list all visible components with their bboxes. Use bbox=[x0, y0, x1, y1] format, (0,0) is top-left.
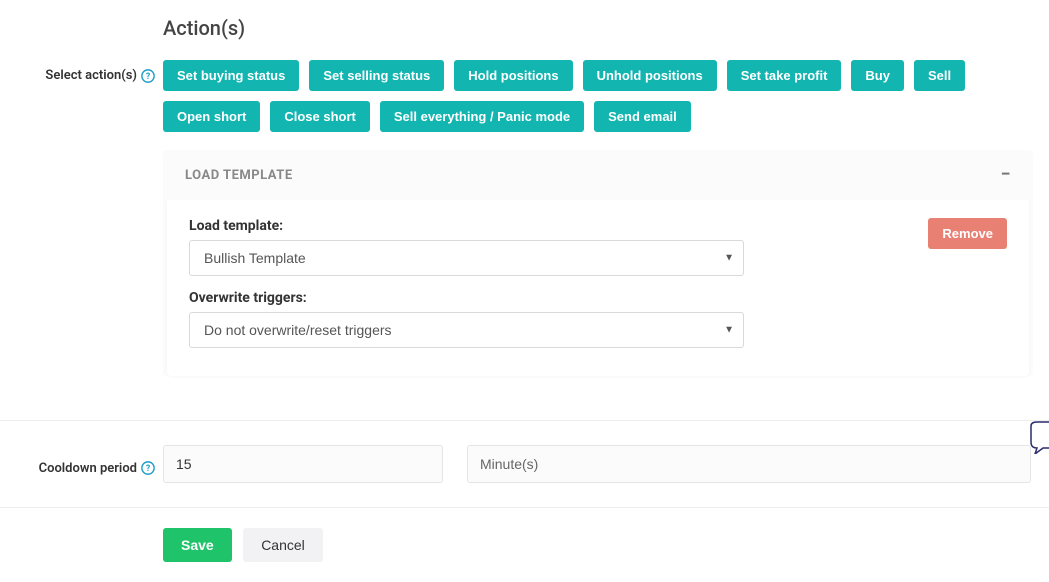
select-actions-label: Select action(s) ? bbox=[45, 60, 155, 83]
action-sell[interactable]: Sell bbox=[914, 60, 965, 91]
page-heading: Action(s) bbox=[163, 16, 1031, 40]
cooldown-value-input[interactable] bbox=[163, 445, 443, 483]
action-buy[interactable]: Buy bbox=[851, 60, 904, 91]
load-template-label: Load template: bbox=[189, 218, 908, 234]
help-icon[interactable]: ? bbox=[141, 461, 155, 475]
save-button[interactable]: Save bbox=[163, 528, 232, 562]
action-buttons-group: Set buying status Set selling status Hol… bbox=[163, 60, 1033, 132]
select-actions-label-text: Select action(s) bbox=[45, 68, 137, 83]
action-sell-everything[interactable]: Sell everything / Panic mode bbox=[380, 101, 584, 132]
action-close-short[interactable]: Close short bbox=[270, 101, 370, 132]
overwrite-triggers-select[interactable]: Do not overwrite/reset triggers bbox=[189, 312, 744, 348]
remove-button[interactable]: Remove bbox=[928, 218, 1007, 249]
action-set-take-profit[interactable]: Set take profit bbox=[727, 60, 842, 91]
help-icon[interactable]: ? bbox=[141, 69, 155, 83]
load-template-panel: LOAD TEMPLATE − Load template: Bullish T… bbox=[163, 150, 1033, 376]
cooldown-label: Cooldown period ? bbox=[39, 453, 155, 476]
action-set-selling-status[interactable]: Set selling status bbox=[309, 60, 444, 91]
svg-text:?: ? bbox=[146, 464, 151, 474]
load-template-header: LOAD TEMPLATE bbox=[185, 168, 293, 183]
cooldown-label-text: Cooldown period bbox=[39, 461, 137, 476]
load-template-select[interactable]: Bullish Template bbox=[189, 240, 744, 276]
svg-text:?: ? bbox=[146, 72, 151, 82]
overwrite-triggers-label: Overwrite triggers: bbox=[189, 290, 908, 306]
action-set-buying-status[interactable]: Set buying status bbox=[163, 60, 299, 91]
minus-icon[interactable]: − bbox=[1001, 166, 1011, 184]
action-send-email[interactable]: Send email bbox=[594, 101, 691, 132]
cancel-button[interactable]: Cancel bbox=[243, 528, 323, 562]
cooldown-unit-input[interactable] bbox=[467, 445, 1031, 483]
action-open-short[interactable]: Open short bbox=[163, 101, 260, 132]
action-hold-positions[interactable]: Hold positions bbox=[454, 60, 572, 91]
action-unhold-positions[interactable]: Unhold positions bbox=[583, 60, 717, 91]
